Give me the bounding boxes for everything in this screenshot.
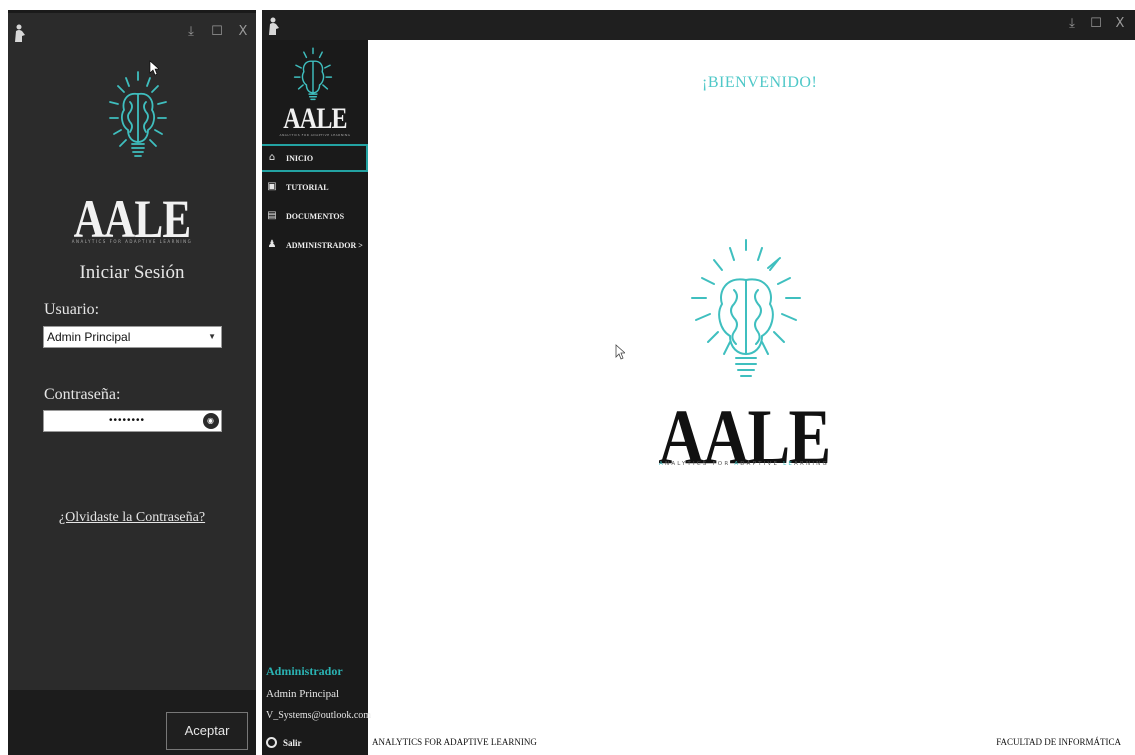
- window-controls: ⤓ ☐ X: [1065, 16, 1127, 32]
- maximize-icon[interactable]: ☐: [210, 24, 224, 40]
- password-value: ••••••••: [108, 415, 145, 426]
- documents-icon: ▤: [267, 210, 277, 221]
- user-name: Admin Principal: [266, 688, 340, 700]
- user-select[interactable]: Admin Principal ▼: [43, 326, 222, 348]
- password-label: Contraseña:: [44, 386, 121, 403]
- content-brand: AALE: [658, 393, 831, 480]
- chevron-down-icon[interactable]: ▼: [208, 327, 216, 347]
- sidebar-item-label: ADMINISTRADOR >: [286, 240, 363, 250]
- sidebar-item-tutorial[interactable]: ▣ TUTORIAL: [262, 173, 368, 201]
- accept-button[interactable]: Aceptar: [166, 712, 248, 750]
- login-title: Iniciar Sesión: [79, 262, 185, 283]
- maximize-icon[interactable]: ☐: [1089, 16, 1103, 32]
- app-icon: [15, 24, 25, 42]
- sidebar: AALE ANALYTICS FOR ADAPTIVE LEARNING ⌂ I…: [262, 40, 372, 755]
- user-email: V_Systems@outlook.com: [266, 710, 372, 721]
- admin-icon: ♟: [267, 239, 277, 250]
- brain-bulb-logo-icon: [109, 71, 167, 157]
- main-window: ⤓ ☐ X AALE ANALYTICS FOR ADAPTIVE LEARNI…: [262, 10, 1135, 755]
- logout-label: Salir: [283, 737, 302, 748]
- minimize-icon[interactable]: ⤓: [1065, 16, 1079, 32]
- login-tagline: ANALYTICS FOR ADAPTIVE LEARNING: [71, 239, 193, 244]
- close-icon[interactable]: X: [236, 24, 250, 40]
- mouse-cursor-icon: [615, 344, 625, 360]
- user-label: Usuario:: [44, 301, 100, 318]
- sidebar-item-administrador[interactable]: ♟ ADMINISTRADOR >: [262, 231, 368, 259]
- sidebar-item-label: TUTORIAL: [286, 182, 329, 192]
- sidebar-item-label: DOCUMENTOS: [286, 211, 345, 221]
- sidebar-item-documentos[interactable]: ▤ DOCUMENTOS: [262, 202, 368, 230]
- status-left: ANALYTICS FOR ADAPTIVE LEARNING: [372, 737, 537, 747]
- home-icon: ⌂: [268, 152, 276, 163]
- content-tagline: ANALYTICS FOR ADAPTIVE LEARNING: [659, 461, 829, 467]
- sidebar-tagline: ANALYTICS FOR ADAPTIVE LEARNING: [279, 133, 351, 137]
- app-icon: [269, 17, 279, 35]
- minimize-icon[interactable]: ⤓: [184, 24, 198, 40]
- user-select-value: Admin Principal: [47, 330, 131, 344]
- window-top-strip: [8, 10, 256, 13]
- title-bar: [262, 10, 1135, 40]
- login-window: ⤓ ☐ X AALE ANALYTICS FOR ADAPTIVE LEARNI…: [8, 10, 256, 755]
- sidebar-item-inicio[interactable]: ⌂ INICIO: [262, 144, 368, 172]
- close-icon[interactable]: X: [1113, 16, 1127, 32]
- power-icon: [266, 737, 277, 748]
- logout-button[interactable]: Salir: [266, 737, 302, 748]
- welcome-heading: ¡BIENVENIDO!: [702, 74, 818, 91]
- mouse-cursor-icon: [149, 60, 159, 76]
- brain-bulb-logo-icon: [691, 239, 801, 377]
- show-password-icon[interactable]: ◉: [203, 413, 219, 429]
- status-right: FACULTAD DE INFORMÁTICA: [996, 737, 1121, 747]
- password-field[interactable]: •••••••• ◉: [43, 410, 222, 432]
- tutorial-icon: ▣: [267, 181, 277, 192]
- window-controls: ⤓ ☐ X: [184, 24, 250, 40]
- sidebar-brand: AALE: [283, 102, 347, 135]
- user-role: Administrador: [266, 664, 343, 678]
- forgot-password-link[interactable]: ¿Olvidaste la Contraseña?: [8, 510, 256, 526]
- sidebar-item-label: INICIO: [286, 153, 314, 163]
- screen: ⤓ ☐ X AALE ANALYTICS FOR ADAPTIVE LEARNI…: [0, 0, 1135, 755]
